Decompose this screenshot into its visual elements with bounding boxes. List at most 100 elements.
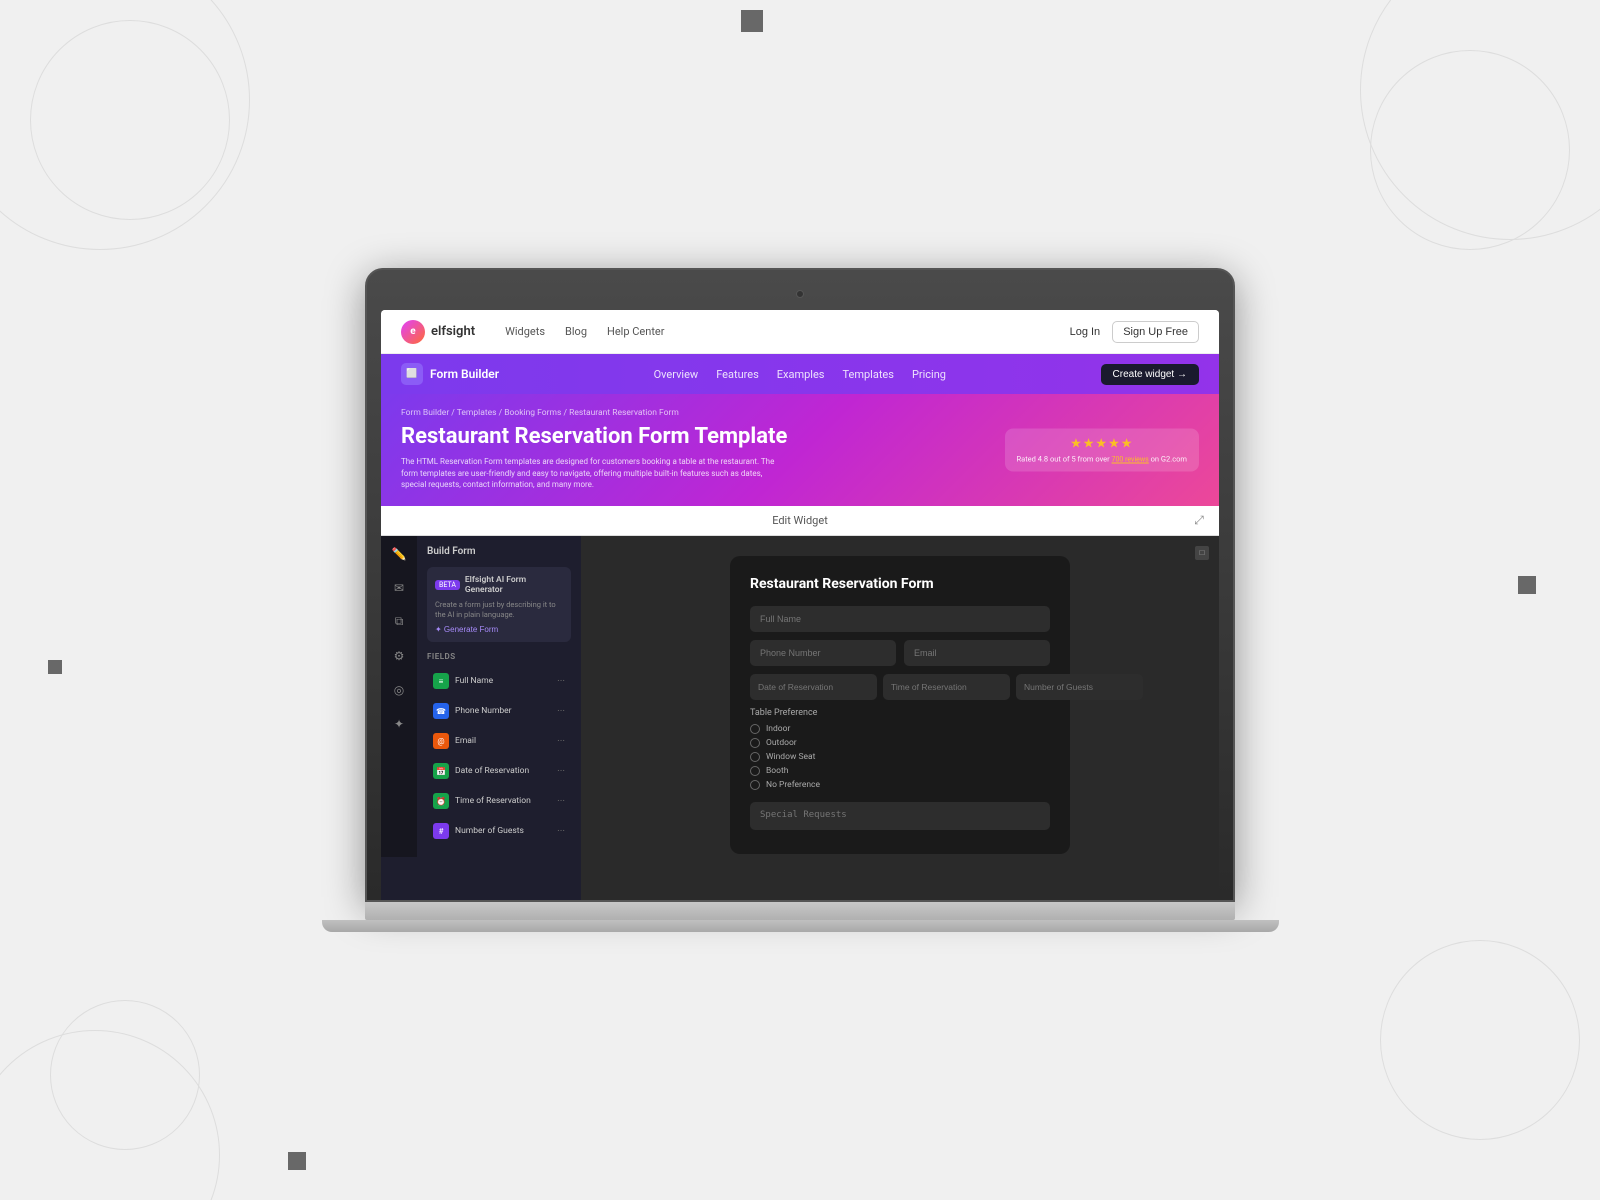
layers-icon[interactable]: ⧉ (389, 612, 409, 632)
hero-section: Form Builder / Templates / Booking Forms… (381, 394, 1219, 506)
field-time[interactable]: ⏰ Time of Reservation ··· (427, 787, 571, 815)
phone-email-row (750, 640, 1050, 666)
field-more-phone[interactable]: ··· (557, 706, 565, 717)
mini-ctrl-square[interactable]: □ (1195, 546, 1209, 560)
sub-nav-features[interactable]: Features (716, 368, 759, 381)
radio-window: Window Seat (750, 752, 1050, 762)
laptop-screen-shell: e elfsight Widgets Blog Help Center Log … (365, 268, 1235, 902)
field-icon-phone: ☎ (433, 703, 449, 719)
fields-label: FIELDS (427, 652, 571, 661)
radio-label-outdoor: Outdoor (766, 738, 797, 748)
gear-icon[interactable]: ◎ (389, 680, 409, 700)
panel-icon-strip: ✏️ ✉ ⧉ ⚙ ◎ ✦ (381, 536, 417, 858)
ai-badge: BETA (435, 580, 460, 590)
radio-circle-no-pref[interactable] (750, 780, 760, 790)
star-icon[interactable]: ✦ (389, 714, 409, 734)
mail-icon[interactable]: ✉ (389, 578, 409, 598)
top-nav-links: Widgets Blog Help Center (505, 325, 1070, 338)
radio-circle-booth[interactable] (750, 766, 760, 776)
camera (796, 290, 804, 298)
edit-icon[interactable]: ✏️ (389, 544, 409, 564)
field-icon-time: ⏰ (433, 793, 449, 809)
special-requests-input[interactable] (750, 802, 1050, 830)
edit-widget-header: Edit Widget ⤢ (381, 506, 1219, 536)
edit-widget-container: Edit Widget ⤢ ✏️ ✉ (381, 506, 1219, 900)
field-more-time[interactable]: ··· (557, 796, 565, 807)
laptop-bottom (322, 920, 1279, 932)
nav-blog[interactable]: Blog (565, 325, 587, 338)
field-more-guests[interactable]: ··· (557, 826, 565, 837)
field-item-left: ⏰ Time of Reservation (433, 793, 531, 809)
mini-controls: □ (1195, 546, 1209, 560)
rating-box: ★★★★★ Rated 4.8 out of 5 from over 700 r… (1005, 428, 1199, 471)
field-more-date[interactable]: ··· (557, 766, 565, 777)
signup-button[interactable]: Sign Up Free (1112, 321, 1199, 343)
date-input[interactable] (750, 674, 877, 700)
build-form-label: Build Form (427, 546, 571, 557)
edit-widget-title: Edit Widget (772, 514, 828, 527)
rating-link[interactable]: 700 reviews (1112, 455, 1149, 463)
table-preference-label: Table Preference (750, 708, 1050, 718)
login-button[interactable]: Log In (1070, 326, 1101, 338)
field-name-date: Date of Reservation (455, 766, 529, 776)
edit-widget-body: ✏️ ✉ ⧉ ⚙ ◎ ✦ Build Form (381, 536, 1219, 900)
top-nav: e elfsight Widgets Blog Help Center Log … (381, 310, 1219, 354)
field-icon-email: @ (433, 733, 449, 749)
field-more-fullname[interactable]: ··· (557, 676, 565, 687)
rating-text: Rated 4.8 out of 5 from over 700 reviews… (1017, 454, 1187, 463)
field-icon-fullname: ≡ (433, 673, 449, 689)
form-builder-icon: ⬜ (401, 363, 423, 385)
full-name-input[interactable] (750, 606, 1050, 632)
sub-nav-overview[interactable]: Overview (654, 368, 699, 381)
generate-form-button[interactable]: ✦ Generate Form (435, 625, 498, 634)
form-widget-title: Restaurant Reservation Form (750, 576, 1050, 592)
form-widget: Restaurant Reservation Form (730, 556, 1070, 854)
radio-indoor: Indoor (750, 724, 1050, 734)
radio-label-no-pref: No Preference (766, 780, 820, 790)
sub-nav-examples[interactable]: Examples (777, 368, 825, 381)
panel-row: ✏️ ✉ ⧉ ⚙ ◎ ✦ Build Form (381, 536, 581, 858)
radio-circle-window[interactable] (750, 752, 760, 762)
field-full-name[interactable]: ≡ Full Name ··· (427, 667, 571, 695)
field-name-email: Email (455, 736, 476, 746)
field-name-fullname: Full Name (455, 676, 493, 686)
preview-area: □ Restaurant Reservation Form (581, 536, 1219, 900)
website-content: e elfsight Widgets Blog Help Center Log … (381, 310, 1219, 900)
ai-card-header: BETA Elfsight AI Form Generator (435, 575, 563, 595)
radio-outdoor: Outdoor (750, 738, 1050, 748)
guests-input[interactable] (1016, 674, 1143, 700)
settings-icon[interactable]: ⚙ (389, 646, 409, 666)
time-input[interactable] (883, 674, 1010, 700)
sub-nav: ⬜ Form Builder Overview Features Example… (381, 354, 1219, 394)
create-widget-button[interactable]: Create widget → (1101, 364, 1199, 385)
nav-widgets[interactable]: Widgets (505, 325, 545, 338)
field-name-guests: Number of Guests (455, 826, 524, 836)
radio-no-pref: No Preference (750, 780, 1050, 790)
sub-nav-pricing[interactable]: Pricing (912, 368, 946, 381)
field-item-left: 📅 Date of Reservation (433, 763, 529, 779)
field-name-phone: Phone Number (455, 706, 512, 716)
radio-circle-outdoor[interactable] (750, 738, 760, 748)
logo-area: e elfsight (401, 320, 475, 344)
radio-booth: Booth (750, 766, 1050, 776)
field-guests[interactable]: # Number of Guests ··· (427, 817, 571, 845)
date-time-guests-row (750, 674, 1050, 700)
email-input[interactable] (904, 640, 1050, 666)
field-phone[interactable]: ☎ Phone Number ··· (427, 697, 571, 725)
field-item-left: @ Email (433, 733, 476, 749)
field-date[interactable]: 📅 Date of Reservation ··· (427, 757, 571, 785)
expand-button[interactable]: ⤢ (1191, 512, 1207, 528)
sub-nav-templates[interactable]: Templates (842, 368, 893, 381)
left-panel: ✏️ ✉ ⧉ ⚙ ◎ ✦ Build Form (381, 536, 581, 900)
field-icon-date: 📅 (433, 763, 449, 779)
field-email[interactable]: @ Email ··· (427, 727, 571, 755)
nav-help[interactable]: Help Center (607, 325, 665, 338)
camera-bar (381, 284, 1219, 304)
field-item-left: ≡ Full Name (433, 673, 493, 689)
radio-circle-indoor[interactable] (750, 724, 760, 734)
phone-input[interactable] (750, 640, 896, 666)
laptop: e elfsight Widgets Blog Help Center Log … (365, 268, 1235, 932)
logo-text: elfsight (431, 324, 475, 339)
field-icon-guests: # (433, 823, 449, 839)
field-more-email[interactable]: ··· (557, 736, 565, 747)
